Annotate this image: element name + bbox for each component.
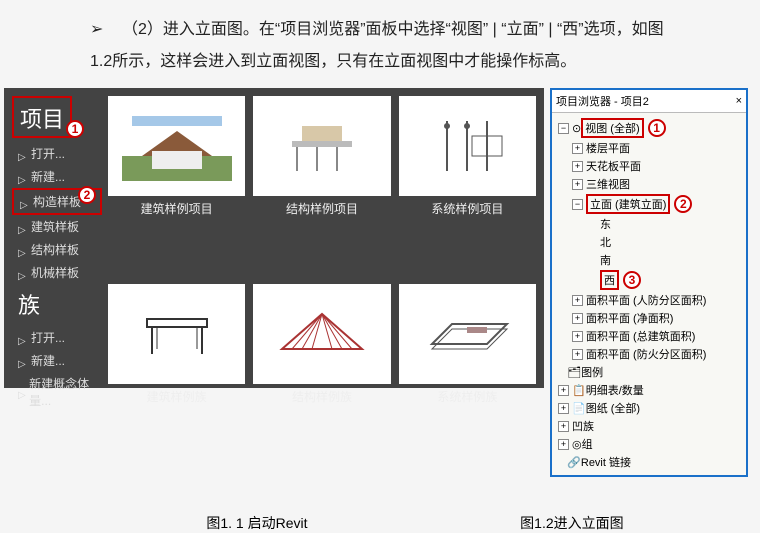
tile-struct-family[interactable]: 结构样例族	[253, 284, 390, 412]
arrow-icon	[20, 197, 30, 207]
close-icon[interactable]: ×	[736, 95, 742, 107]
plus-icon[interactable]: +	[572, 295, 583, 306]
sidebar-item-new[interactable]: 新建...	[12, 165, 102, 188]
plus-icon[interactable]: +	[572, 331, 583, 342]
arrow-icon	[18, 149, 28, 159]
tree-east[interactable]: 东	[554, 215, 744, 233]
revit-start-panel: 项目 1 打开... 新建... 构造样板 2 建筑样板 结构样板 机械样板 建…	[4, 88, 544, 388]
tile-system-family[interactable]: 系统样例族	[399, 284, 536, 412]
arrow-icon	[18, 333, 28, 343]
tile-arch-sample[interactable]: 建筑样例项目	[108, 96, 245, 284]
tree-sheets[interactable]: +📄 图纸 (全部)	[554, 399, 744, 417]
tree-views[interactable]: −⊙ 视图 (全部)1	[554, 117, 744, 139]
tray-icon	[412, 299, 522, 369]
sidebar-item-mech-template[interactable]: 机械样板	[12, 261, 102, 284]
tile-arch-family[interactable]: 建筑样例族	[108, 284, 245, 412]
tree-area1[interactable]: +面积平面 (人防分区面积)	[554, 291, 744, 309]
plus-icon[interactable]: +	[572, 143, 583, 154]
caption-right: 图1.2进入立面图	[520, 513, 623, 533]
callout-2b: 2	[674, 195, 692, 213]
tree-area4[interactable]: +面积平面 (防火分区面积)	[554, 345, 744, 363]
sidebar-item-arch-template[interactable]: 建筑样板	[12, 215, 102, 238]
truss-icon	[267, 299, 377, 369]
plus-icon[interactable]: +	[558, 421, 569, 432]
tree-3d[interactable]: +三维视图	[554, 175, 744, 193]
arrow-icon	[18, 222, 28, 232]
arrow-icon	[18, 356, 28, 366]
arrow-icon	[18, 387, 26, 397]
tree-north[interactable]: 北	[554, 233, 744, 251]
callout-3: 3	[623, 271, 641, 289]
tile-system-sample[interactable]: 系统样例项目	[399, 96, 536, 284]
callout-1b: 1	[648, 119, 666, 137]
house-icon	[122, 111, 232, 181]
browser-title: 项目浏览器 - 项目2	[556, 93, 649, 109]
plus-icon[interactable]: +	[558, 439, 569, 450]
minus-icon[interactable]: −	[558, 123, 569, 134]
callout-1: 1	[66, 120, 84, 138]
system-icon	[412, 111, 522, 181]
family-title: 族	[12, 284, 46, 322]
sidebar-item-open[interactable]: 打开...	[12, 142, 102, 165]
caption-left: 图1. 1 启动Revit	[206, 513, 307, 533]
tree-area3[interactable]: +面积平面 (总建筑面积)	[554, 327, 744, 345]
plus-icon[interactable]: +	[558, 385, 569, 396]
plus-icon[interactable]: +	[572, 179, 583, 190]
project-browser-panel: 项目浏览器 - 项目2 × −⊙ 视图 (全部)1 +楼层平面 +天花板平面 +…	[550, 88, 748, 477]
minus-icon[interactable]: −	[572, 199, 583, 210]
sidebar-family-concept[interactable]: 新建概念体量...	[12, 372, 102, 412]
plus-icon[interactable]: +	[572, 349, 583, 360]
tile-struct-sample[interactable]: 结构样例项目	[253, 96, 390, 284]
arrow-icon	[18, 245, 28, 255]
plus-icon[interactable]: +	[558, 403, 569, 414]
table-icon	[122, 299, 232, 369]
tree-links[interactable]: 🔗 Revit 链接	[554, 453, 744, 471]
tree-ceiling-plan[interactable]: +天花板平面	[554, 157, 744, 175]
tree-schedule[interactable]: +📋 明细表/数量	[554, 381, 744, 399]
plus-icon[interactable]: +	[572, 313, 583, 324]
tree-families[interactable]: +凹 族	[554, 417, 744, 435]
bullet-icon: ➢	[90, 14, 103, 46]
tree-west[interactable]: 西3	[554, 269, 744, 291]
plus-icon[interactable]: +	[572, 161, 583, 172]
arrow-icon	[18, 268, 28, 278]
project-title: 项目	[12, 96, 72, 138]
structure-icon	[267, 111, 377, 181]
instruction-text: （2）进入立面图。在“项目浏览器”面板中选择“视图” | “立面” | “西”选…	[90, 14, 680, 78]
sidebar-item-struct-template[interactable]: 结构样板	[12, 238, 102, 261]
tree-area2[interactable]: +面积平面 (净面积)	[554, 309, 744, 327]
tree-elevation[interactable]: −立面 (建筑立面)2	[554, 193, 744, 215]
tree-groups[interactable]: +◎ 组	[554, 435, 744, 453]
sidebar-family-new[interactable]: 新建...	[12, 349, 102, 372]
arrow-icon	[18, 172, 28, 182]
sidebar-family-open[interactable]: 打开...	[12, 326, 102, 349]
tree-floor-plan[interactable]: +楼层平面	[554, 139, 744, 157]
callout-2: 2	[78, 186, 96, 204]
tree-legend[interactable]: 🗂 图例	[554, 363, 744, 381]
tree-south[interactable]: 南	[554, 251, 744, 269]
